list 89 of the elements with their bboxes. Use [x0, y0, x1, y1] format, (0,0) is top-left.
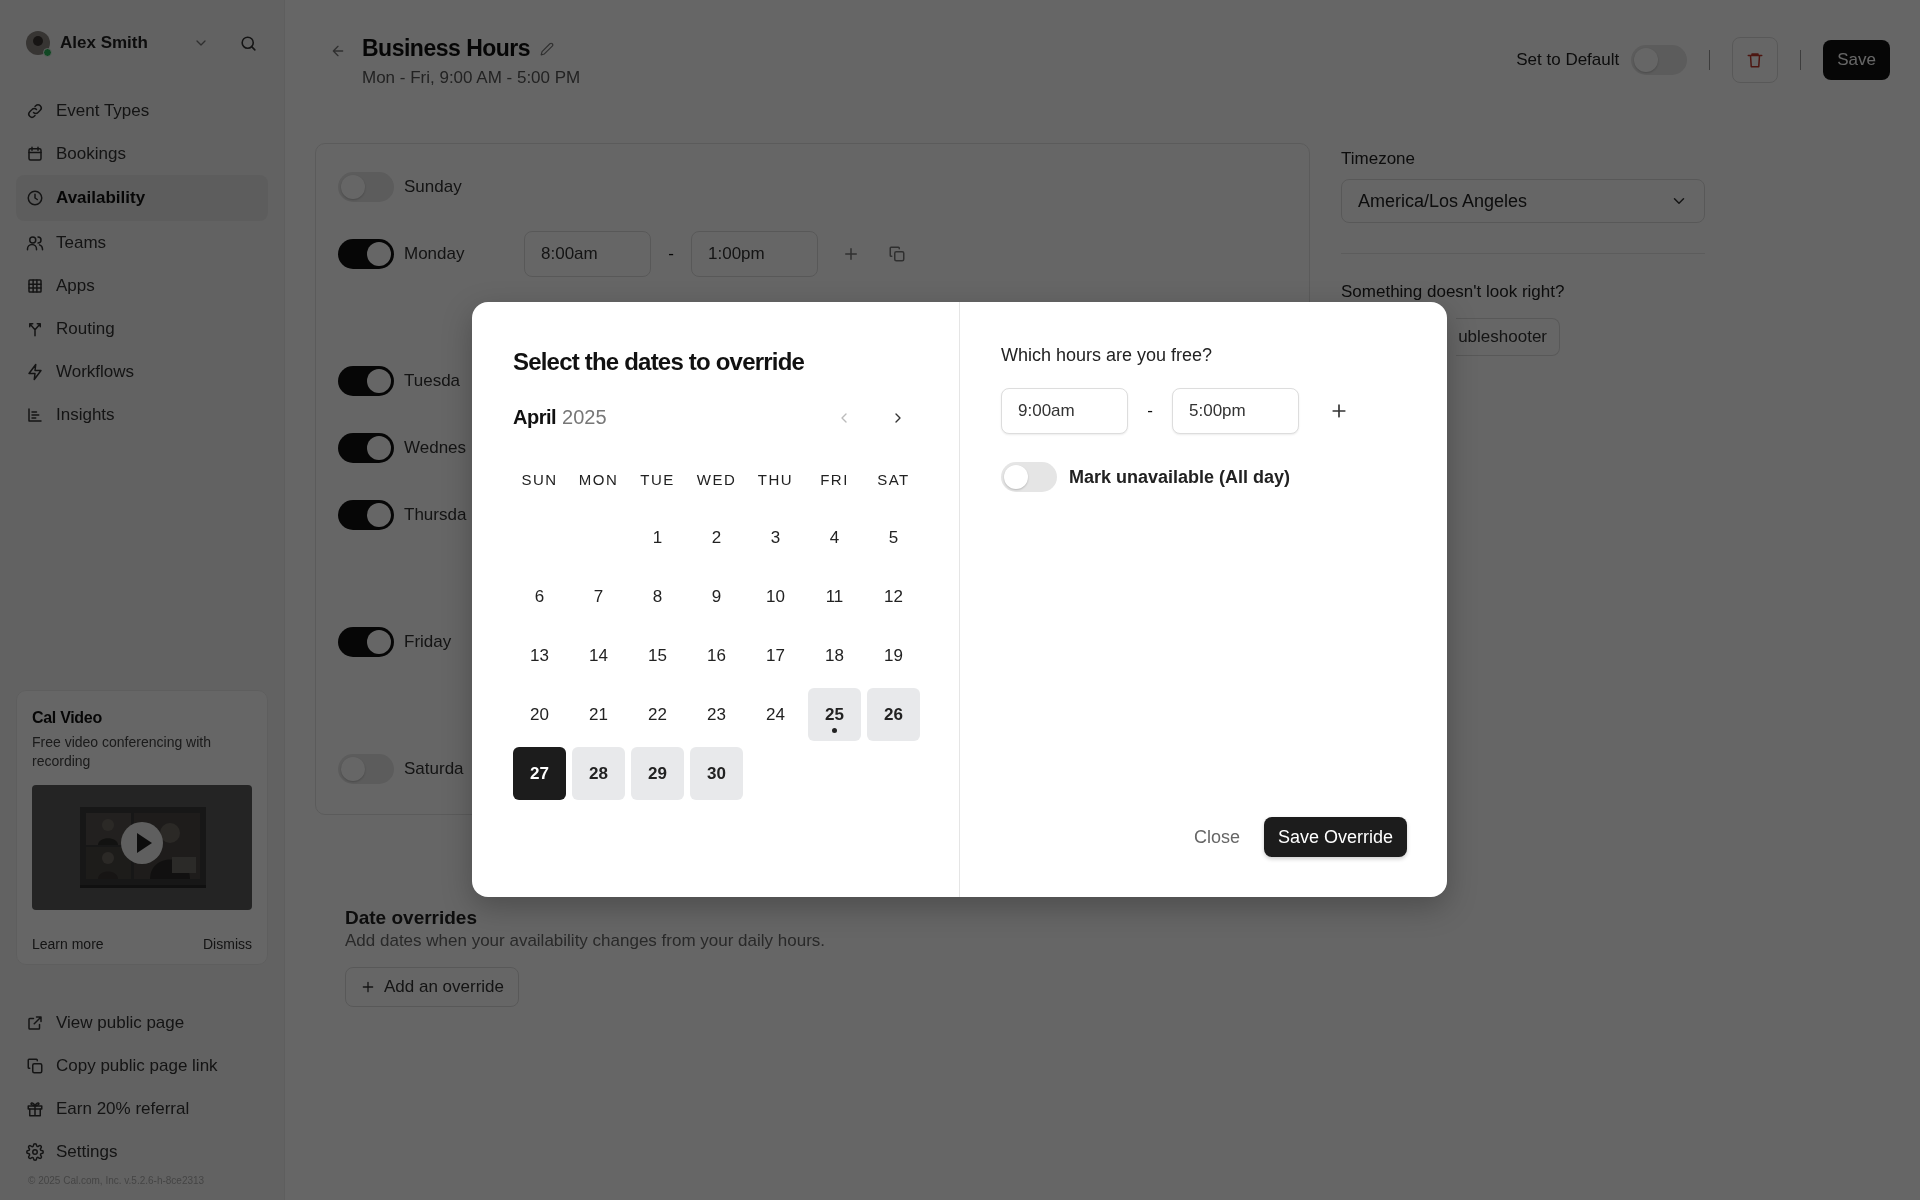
- calendar-day[interactable]: 8: [631, 570, 684, 623]
- weekday-label: WED: [695, 471, 738, 490]
- calendar-day[interactable]: 25: [808, 688, 861, 741]
- calendar-day[interactable]: 20: [513, 688, 566, 741]
- calendar-day[interactable]: 5: [867, 511, 920, 564]
- weekday-label: SAT: [876, 471, 911, 490]
- calendar-day[interactable]: 10: [749, 570, 802, 623]
- toggle-label: Mark unavailable (All day): [1069, 466, 1291, 488]
- calendar-day[interactable]: 19: [867, 629, 920, 682]
- calendar-day[interactable]: 29: [631, 747, 684, 800]
- calendar-day[interactable]: 2: [690, 511, 743, 564]
- bar-chart-icon: [26, 405, 44, 424]
- day-name: Wednes: [404, 437, 468, 459]
- calendar-day[interactable]: 26: [867, 688, 920, 741]
- day-name: Sunday: [404, 176, 463, 198]
- calendar-day[interactable]: 24: [749, 688, 802, 741]
- avatar[interactable]: [26, 31, 50, 55]
- copy-icon[interactable]: [888, 245, 906, 263]
- section-description: Add dates when your availability changes from your daily hours.: [345, 931, 827, 951]
- range-dash: -: [667, 243, 675, 265]
- calendar-day[interactable]: 27: [513, 747, 566, 800]
- promo-title: Cal Video: [32, 709, 103, 728]
- calendar-day[interactable]: 18: [808, 629, 861, 682]
- save-override-button[interactable]: Save Override: [1263, 817, 1407, 857]
- save-button[interactable]: Save: [1823, 40, 1890, 80]
- calendar-day[interactable]: 4: [808, 511, 861, 564]
- day-name: Thursda: [404, 504, 468, 526]
- calendar-day[interactable]: 14: [572, 629, 625, 682]
- weekday-label: TUE: [639, 471, 676, 490]
- calendar-day[interactable]: 28: [572, 747, 625, 800]
- bolt-icon: [26, 362, 44, 381]
- question-text: Which hours are you free?: [1001, 345, 1214, 366]
- calendar-day[interactable]: 21: [572, 688, 625, 741]
- dialog-title: Select the dates to override: [513, 348, 806, 376]
- calendar-day[interactable]: 11: [808, 570, 861, 623]
- page-subtitle: Mon - Fri, 9:00 AM - 5:00 PM: [362, 68, 582, 88]
- day-toggle[interactable]: [338, 239, 394, 269]
- clock-icon: [26, 189, 44, 207]
- day-toggle[interactable]: [338, 500, 394, 530]
- month-title: April 2025: [513, 406, 608, 429]
- unavailable-toggle[interactable]: [1001, 462, 1057, 492]
- time-field[interactable]: 9:00am: [1001, 388, 1128, 434]
- search-icon[interactable]: [239, 33, 258, 53]
- calendar-day[interactable]: 12: [867, 570, 920, 623]
- page-title: Business Hours: [362, 35, 531, 62]
- users-icon: [26, 233, 44, 252]
- toggle-label: Set to Default: [1516, 50, 1620, 70]
- weekday-label: FRI: [819, 471, 850, 490]
- pencil-icon[interactable]: [540, 41, 555, 56]
- day-name: Friday: [404, 631, 453, 653]
- day-toggle[interactable]: [338, 366, 394, 396]
- back-arrow-icon[interactable]: [330, 43, 346, 59]
- copy-icon: [26, 1056, 44, 1075]
- calendar-day[interactable]: 23: [690, 688, 743, 741]
- promo-text: Free video conferencing with recording: [32, 733, 212, 771]
- calendar-day[interactable]: 6: [513, 570, 566, 623]
- calendar-day[interactable]: 30: [690, 747, 743, 800]
- field-label: Timezone: [1341, 149, 1416, 169]
- plus-icon: [360, 979, 376, 995]
- day-name: Saturda: [404, 758, 465, 780]
- calendar-day[interactable]: 3: [749, 511, 802, 564]
- calendar-day[interactable]: 13: [513, 629, 566, 682]
- weekday-label: MON: [577, 471, 620, 490]
- weekday-label: SUN: [520, 471, 559, 490]
- section-title: Date overrides: [345, 907, 478, 929]
- day-toggle[interactable]: [338, 627, 394, 657]
- calendar-day[interactable]: 15: [631, 629, 684, 682]
- calendar-day[interactable]: 9: [690, 570, 743, 623]
- gift-icon: [26, 1099, 44, 1118]
- question-text: Something doesn't look right?: [1341, 282, 1566, 302]
- grid-icon: [26, 276, 44, 295]
- close-button[interactable]: Close: [1193, 826, 1240, 848]
- calendar-day[interactable]: 7: [572, 570, 625, 623]
- day-name: Monday: [404, 243, 466, 265]
- delete-button[interactable]: [1732, 37, 1779, 83]
- calendar-icon: [26, 144, 44, 163]
- calendar-day[interactable]: 16: [690, 629, 743, 682]
- range-dash: -: [1146, 400, 1154, 422]
- calendar-day[interactable]: 22: [631, 688, 684, 741]
- calendar-day[interactable]: 17: [749, 629, 802, 682]
- day-toggle[interactable]: [338, 433, 394, 463]
- link-icon: [26, 101, 44, 120]
- day-name: Tuesda: [404, 370, 462, 392]
- weekday-label: THU: [756, 471, 795, 490]
- trash-icon: [1746, 51, 1765, 69]
- calendar-day[interactable]: 1: [631, 511, 684, 564]
- external-link-icon: [26, 1013, 44, 1032]
- time-field[interactable]: 5:00pm: [1172, 388, 1299, 434]
- settings-icon: [26, 1142, 44, 1161]
